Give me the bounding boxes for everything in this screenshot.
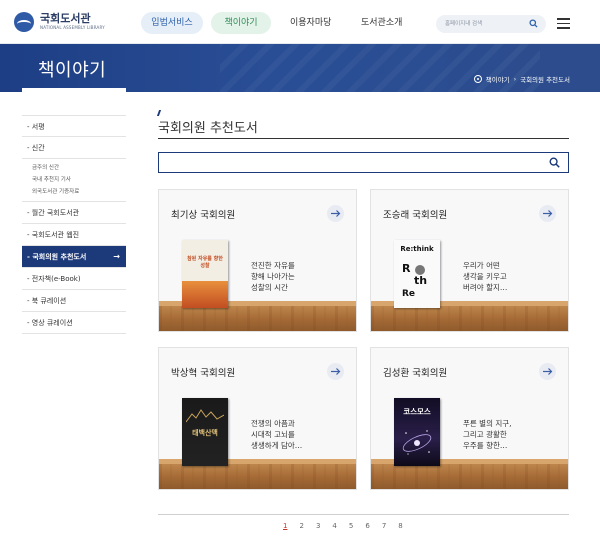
- sidebar-subitem[interactable]: 금주의 신간: [32, 162, 126, 174]
- svg-text:R: R: [402, 262, 411, 275]
- card-lawmaker-name: 박상혁 국회의원: [171, 368, 236, 379]
- logo[interactable]: 국회도서관 NATIONAL ASSEMBLY LIBRARY: [14, 12, 105, 32]
- logo-subtitle: NATIONAL ASSEMBLY LIBRARY: [40, 25, 105, 30]
- card-lawmaker-name: 조승래 국회의원: [383, 210, 448, 221]
- sidebar-submenu: 금주의 신간 국내 추천지 기사 외국도서관 기증자료: [22, 159, 126, 202]
- sidebar: 서평 신간 금주의 신간 국내 추천지 기사 외국도서관 기증자료 월간 국회도…: [22, 115, 126, 334]
- book-cover-text: 코스모스: [403, 407, 431, 416]
- sidebar-item-review[interactable]: 서평: [22, 115, 126, 137]
- page-link[interactable]: 5: [349, 522, 353, 530]
- logo-title: 국회도서관: [40, 12, 91, 25]
- book-cover-text: 태백산맥: [192, 429, 218, 437]
- recommendation-card[interactable]: 김성환 국회의원 코스모스 푸른 별의 지구, 그리고 광활한 우주를 향한…: [370, 347, 569, 490]
- arrow-right-icon[interactable]: [327, 363, 344, 380]
- arrow-right-icon[interactable]: [539, 205, 556, 222]
- recommendation-card[interactable]: 최기상 국회의원 참된 자유를 향한 성찰 전진한 자유를 향해 나아가는 성찰…: [158, 189, 357, 332]
- recommendation-card[interactable]: 박상혁 국회의원 태백산맥 전쟁의 아픔과 시대적 고뇌를 생생하게 담아…: [158, 347, 357, 490]
- page-root: 국회도서관 NATIONAL ASSEMBLY LIBRARY 입법서비스 책이…: [0, 0, 600, 551]
- page-link[interactable]: 3: [316, 522, 320, 530]
- sidebar-item-webzine[interactable]: 국회도서관 웹진: [22, 224, 126, 246]
- book-cover-text: 참된 자유를 향한 성찰: [187, 256, 223, 269]
- recommendation-card[interactable]: 조승래 국회의원 Re:think R th Re 우리가 어떤 생각을 키우고…: [370, 189, 569, 332]
- logo-emblem-icon: [14, 12, 34, 32]
- sidebar-item-ebook[interactable]: 전자책(e-Book): [22, 268, 126, 290]
- sidebar-item-label: 국회의원 추천도서: [32, 253, 87, 261]
- breadcrumb: 책이야기 › 국회의원 추천도서: [473, 74, 570, 84]
- card-lawmaker-name: 최기상 국회의원: [171, 210, 236, 221]
- pagination: 1 2 3 4 5 6 7 8: [283, 522, 403, 530]
- page-title: 국회의원 추천도서: [158, 121, 258, 136]
- book-cover-image: 코스모스: [394, 398, 440, 466]
- page-link[interactable]: 8: [398, 522, 402, 530]
- sidebar-item-video-curation[interactable]: 영상 큐레이션: [22, 312, 126, 334]
- hamburger-menu-icon[interactable]: [557, 18, 570, 29]
- sidebar-tab-edge: [22, 88, 126, 94]
- book-cover-image: 태백산맥: [182, 398, 228, 466]
- svg-text:Re: Re: [402, 289, 415, 299]
- logo-text: 국회도서관 NATIONAL ASSEMBLY LIBRARY: [40, 13, 105, 31]
- page-link[interactable]: 2: [299, 522, 303, 530]
- sidebar-item-new-books[interactable]: 신간: [22, 137, 126, 159]
- search-icon[interactable]: [549, 157, 560, 168]
- page-banner: 책이야기 책이야기 › 국회의원 추천도서: [0, 44, 600, 92]
- header-search-placeholder: 홈페이지내 검색: [445, 21, 483, 27]
- book-cover-text: Re:think: [400, 245, 434, 253]
- book-cover-illustration: [186, 409, 224, 423]
- nav-legislative-service[interactable]: 입법서비스: [141, 12, 203, 34]
- breadcrumb-separator: ›: [513, 75, 517, 83]
- page-link[interactable]: 6: [365, 522, 369, 530]
- book-cover-illustration: [402, 430, 432, 455]
- arrow-right-icon[interactable]: [539, 363, 556, 380]
- sidebar-subitem[interactable]: 외국도서관 기증자료: [32, 186, 126, 198]
- card-description: 전진한 자유를 향해 나아가는 성찰의 시간: [251, 261, 295, 292]
- card-lawmaker-name: 김성환 국회의원: [383, 368, 448, 379]
- nav-library-intro[interactable]: 도서관소개: [361, 12, 402, 34]
- svg-text:th: th: [414, 274, 427, 287]
- pagination-divider: [158, 514, 569, 515]
- main-search-input[interactable]: [158, 152, 569, 173]
- header-search-input[interactable]: 홈페이지내 검색: [436, 15, 546, 33]
- nav-user-plaza[interactable]: 이용자마당: [290, 12, 331, 34]
- book-cover-image: 참된 자유를 향한 성찰: [182, 240, 228, 308]
- sidebar-subitem[interactable]: 국내 추천지 기사: [32, 174, 126, 186]
- book-cover-image: Re:think R th Re: [394, 240, 440, 308]
- page-link[interactable]: 7: [382, 522, 386, 530]
- sidebar-item-recommended[interactable]: 국회의원 추천도서 →: [22, 246, 126, 268]
- arrow-right-icon[interactable]: [327, 205, 344, 222]
- title-divider: [158, 138, 569, 139]
- page-link[interactable]: 4: [332, 522, 336, 530]
- home-icon[interactable]: [473, 75, 482, 83]
- banner-title: 책이야기: [38, 60, 107, 81]
- nav-book-story[interactable]: 책이야기: [211, 12, 271, 34]
- sidebar-item-monthly[interactable]: 월간 국회도서관: [22, 202, 126, 224]
- card-description: 푸른 별의 지구, 그리고 광활한 우주를 향한…: [463, 419, 512, 450]
- card-description: 전쟁의 아픔과 시대적 고뇌를 생생하게 담아…: [251, 419, 303, 450]
- title-accent-mark: [156, 110, 166, 116]
- sidebar-item-curation[interactable]: 북 큐레이션: [22, 290, 126, 312]
- search-icon[interactable]: [529, 19, 538, 28]
- site-header: 국회도서관 NATIONAL ASSEMBLY LIBRARY 입법서비스 책이…: [0, 0, 600, 44]
- breadcrumb-item[interactable]: 국회의원 추천도서: [520, 74, 570, 84]
- page-link-current[interactable]: 1: [283, 522, 287, 530]
- book-cover-illustration: R th Re: [402, 262, 427, 299]
- arrow-right-icon: →: [113, 252, 120, 261]
- card-description: 우리가 어떤 생각을 키우고 버려야 할지…: [463, 261, 508, 292]
- breadcrumb-item[interactable]: 책이야기: [486, 74, 510, 84]
